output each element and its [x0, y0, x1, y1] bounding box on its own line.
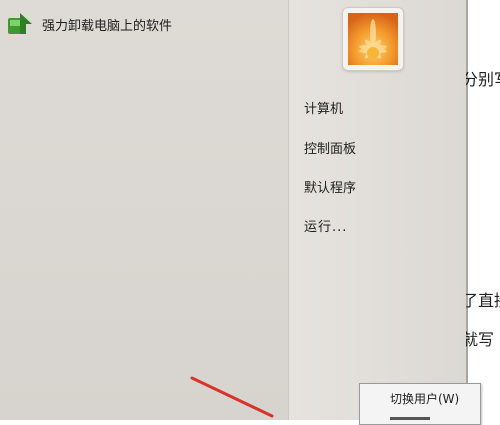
start-menu-places-pane: 计算机 控制面板 默认程序 运行...: [290, 0, 466, 420]
start-menu-computer-link[interactable]: 计算机: [304, 98, 343, 117]
program-item-label: 强力卸载电脑上的软件: [42, 18, 173, 34]
start-menu-run-link[interactable]: 运行...: [304, 216, 347, 235]
user-picture[interactable]: [343, 8, 403, 70]
program-item-uninstaller[interactable]: 强力卸载电脑上的软件: [6, 10, 282, 38]
annotation-arrow-icon: [190, 376, 274, 418]
document-text-line: 分别写: [466, 70, 500, 89]
document-edge: [466, 0, 468, 420]
start-menu-control-panel-link[interactable]: 控制面板: [304, 138, 356, 157]
background-document: 分别写 了直接 就写: [466, 0, 500, 420]
document-text-line: 了直接: [466, 291, 500, 310]
start-menu-programs-pane: 强力卸载电脑上的软件: [0, 0, 288, 420]
uninstaller-icon: [8, 13, 32, 34]
flower-user-picture-icon: [348, 13, 398, 65]
shutdown-options-menu: 切换用户(W): [359, 383, 481, 425]
start-menu-default-programs-link[interactable]: 默认程序: [304, 177, 356, 196]
next-menu-item-partial[interactable]: [390, 412, 450, 422]
switch-user-menu-item[interactable]: 切换用户(W): [390, 390, 459, 407]
document-text-line: 就写: [466, 330, 495, 349]
